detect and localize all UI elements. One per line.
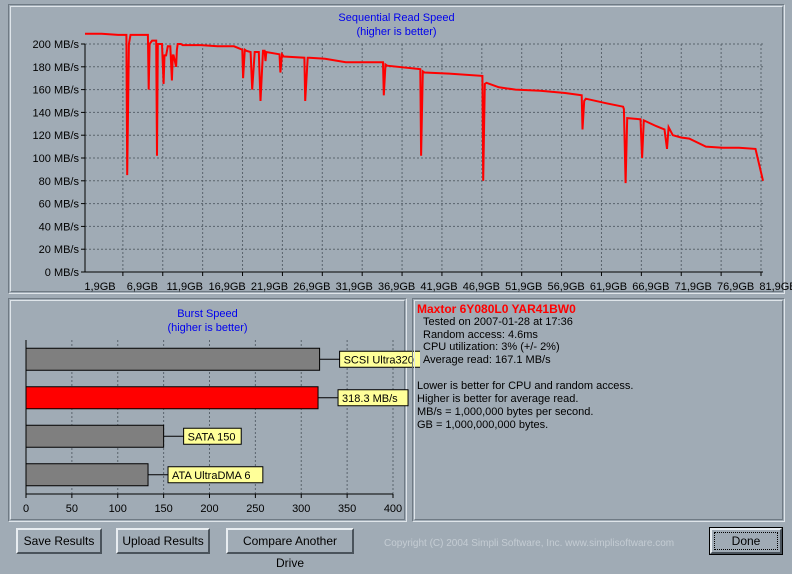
y-tick-label: 100 MB/s [33,153,80,165]
x-tick-label: 81,9GB [759,281,792,293]
x-tick-label: 51,9GB [505,281,542,293]
copyright-text: Copyright (C) 2004 Simpli Software, Inc.… [384,538,675,549]
burst-x-tick-label: 350 [338,503,356,515]
x-tick-label: 66,9GB [632,281,669,293]
burst-bar-label: SCSI Ultra320 [344,354,414,366]
burst-x-tick-label: 50 [66,503,78,515]
x-tick-label: 31,9GB [336,281,373,293]
x-tick-label: 26,9GB [293,281,330,293]
burst-bar [25,463,149,487]
x-tick-label: 36,9GB [378,281,415,293]
save-results-label: Save Results [23,534,95,548]
burst-x-tick-label: 300 [292,503,310,515]
x-tick-label: 16,9GB [208,281,245,293]
done-label: Done [731,534,761,548]
x-tick-label: 56,9GB [547,281,584,293]
note-cpu-random: Lower is better for CPU and random acces… [417,380,634,392]
burst-x-tick-label: 400 [384,503,402,515]
burst-x-tick-label: 0 [23,503,29,515]
upload-results-label: Upload Results [122,534,204,548]
x-tick-label: 61,9GB [590,281,627,293]
tested-on: Tested on 2007-01-28 at 17:36 [423,316,573,328]
x-tick-label: 1,9GB [84,281,115,293]
burst-x-tick-label: 250 [246,503,264,515]
read-speed-chart: 200 MB/s 180 MB/s 160 MB/s 140 MB/s 120 MB/s… [33,32,792,293]
y-tick-label: 140 MB/s [33,107,80,119]
burst-bar-label: SATA 150 [188,431,236,443]
burst-speed-chart: 0 50 100 150 200 250 300 350 400 SCSI Ultra320 318… [23,340,420,515]
x-tick-label: 41,9GB [420,281,457,293]
y-tick-label: 200 MB/s [33,39,80,51]
x-tick-label: 46,9GB [463,281,500,293]
random-access: Random access: 4.6ms [423,329,538,341]
compare-another-drive-label: Compare Another Drive [242,534,338,570]
burst-bar [25,424,165,448]
note-mbs-definition: MB/s = 1,000,000 bytes per second. [417,406,594,418]
x-tick-label: 21,9GB [251,281,288,293]
y-tick-label: 80 MB/s [39,176,80,188]
y-tick-label: 160 MB/s [33,85,80,97]
y-tick-label: 40 MB/s [39,221,80,233]
upload-results-button[interactable]: Upload Results [116,528,210,554]
x-tick-label: 71,9GB [675,281,712,293]
y-tick-label: 60 MB/s [39,199,80,211]
save-results-button[interactable]: Save Results [16,528,102,554]
burst-bar-label: ATA UltraDMA 6 [172,470,250,482]
done-button[interactable]: Done [709,527,783,555]
drive-name: Maxtor 6Y080L0 YAR41BW0 [417,302,576,316]
burst-x-tick-label: 100 [109,503,127,515]
burst-bar [25,347,321,371]
x-tick-label: 76,9GB [717,281,754,293]
x-tick-label: 11,9GB [167,281,204,293]
note-gb-definition: GB = 1,000,000,000 bytes. [417,419,549,431]
cpu-utilization: CPU utilization: 3% (+/- 2%) [423,341,560,353]
burst-bar-label: 318.3 MB/s [342,393,398,405]
y-tick-label: 0 MB/s [45,267,80,279]
note-average-read: Higher is better for average read. [417,393,579,405]
burst-bar-highlight [25,386,319,410]
y-tick-label: 120 MB/s [33,130,80,142]
burst-x-tick-label: 150 [154,503,172,515]
y-tick-label: 20 MB/s [39,244,80,256]
compare-another-drive-button[interactable]: Compare Another Drive [226,528,354,570]
burst-x-tick-label: 200 [200,503,218,515]
average-read: Average read: 167.1 MB/s [423,354,551,366]
x-tick-label: 6,9GB [127,281,158,293]
y-tick-label: 180 MB/s [33,62,80,74]
